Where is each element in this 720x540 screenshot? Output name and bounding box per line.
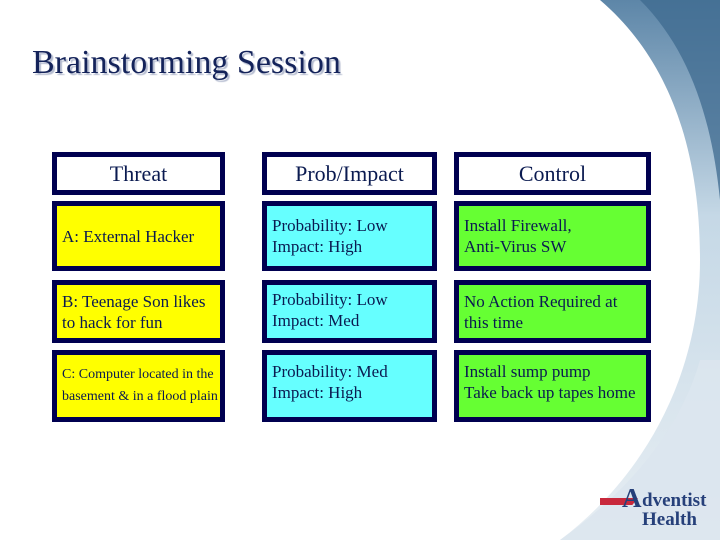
probability-text: Probability: Med (272, 362, 388, 381)
prob-impact-cell-c: Probability: Med Impact: High (262, 350, 437, 422)
header-prob-impact-label: Prob/Impact (295, 161, 404, 186)
header-threat-label: Threat (109, 161, 168, 186)
slide-title: Brainstorming Session (32, 44, 341, 81)
control-text-line1: Install sump pump (464, 362, 591, 381)
impact-text: Impact: High (272, 237, 363, 256)
prob-impact-cell-b: Probability: Low Impact: Med (262, 280, 437, 343)
threat-text: A: External Hacker (62, 226, 195, 246)
control-cell-b: No Action Required at this time (454, 280, 651, 343)
probability-text: Probability: Low (272, 290, 388, 309)
threat-text-line1: C: Computer located in the (62, 367, 214, 382)
prob-impact-cell-a: Probability: Low Impact: High (262, 201, 437, 271)
threat-text-line1: B: Teenage Son likes (62, 291, 206, 311)
control-text-line2: Anti-Virus SW (464, 237, 567, 256)
probability-text: Probability: Low (272, 216, 388, 235)
control-text-line2: Take back up tapes home (464, 383, 636, 402)
header-threat: Threat (52, 152, 225, 195)
control-cell-c: Install sump pump Take back up tapes hom… (454, 350, 651, 422)
header-prob-impact: Prob/Impact (262, 152, 437, 195)
threat-text-line2: to hack for fun (62, 312, 163, 332)
control-cell-a: Install Firewall, Anti-Virus SW (454, 201, 651, 271)
control-text-line1: No Action Required at (464, 291, 618, 311)
impact-text: Impact: High (272, 383, 363, 402)
header-control: Control (454, 152, 651, 195)
threat-cell-b: B: Teenage Son likes to hack for fun (52, 280, 225, 343)
threat-cell-a: A: External Hacker (52, 201, 225, 271)
adventist-health-logo: A dventist Health (600, 483, 710, 530)
threat-cell-c: C: Computer located in the basement & in… (52, 350, 225, 422)
logo-line2: Health (642, 509, 697, 530)
control-text-line1: Install Firewall, (464, 216, 572, 235)
header-control-label: Control (518, 161, 587, 186)
threat-text-line2: basement & in a flood plain (62, 389, 218, 404)
control-text-line2: this time (464, 312, 524, 332)
logo-initial: A (622, 483, 642, 513)
impact-text: Impact: Med (272, 311, 360, 330)
